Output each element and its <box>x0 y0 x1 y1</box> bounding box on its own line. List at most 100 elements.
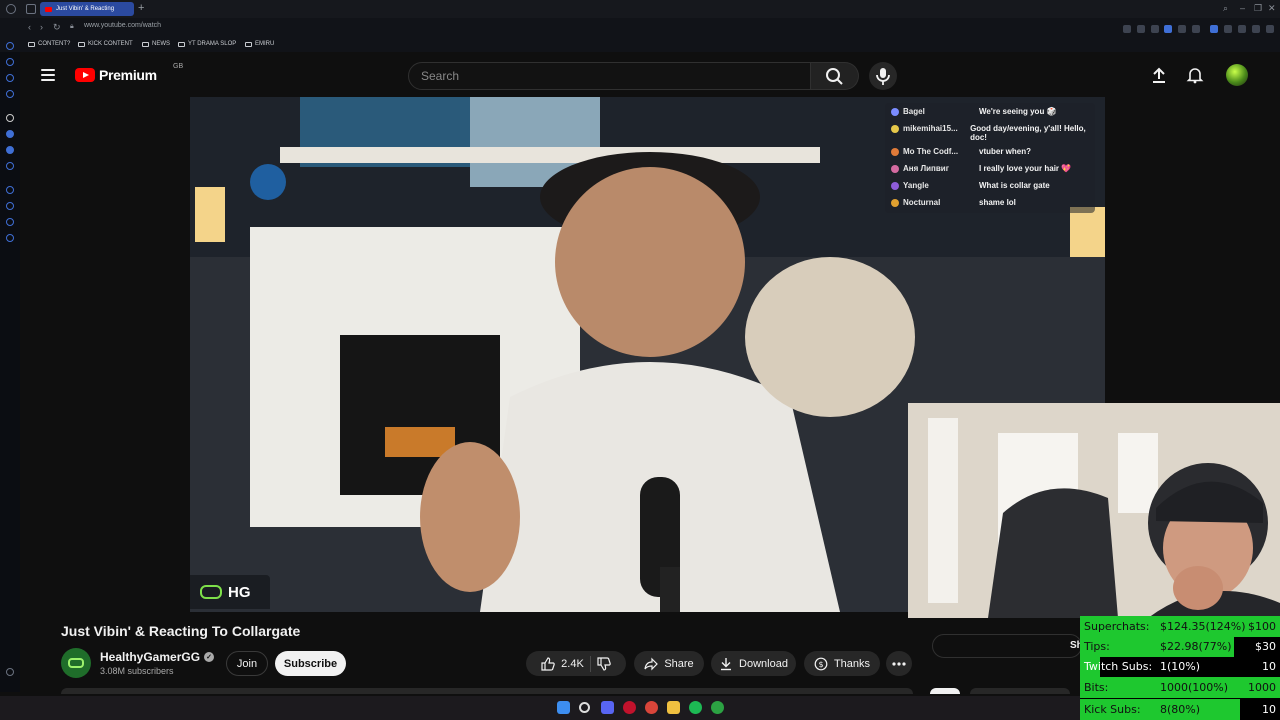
extension-icon[interactable] <box>1151 25 1159 33</box>
discord-icon[interactable] <box>601 701 614 714</box>
xbox-icon[interactable] <box>711 701 724 714</box>
bookmark-folder[interactable]: EMIRU <box>245 41 274 47</box>
chat-text: Good day/evening, y'all! Hello, doc! <box>970 124 1086 142</box>
search-icon[interactable] <box>579 702 590 713</box>
search-tabs-icon[interactable]: ⌕ <box>1223 3 1228 14</box>
goal-value: 8(80%) <box>1160 703 1201 716</box>
subscribe-button[interactable]: Subscribe <box>275 651 346 676</box>
chat-text: I really love your hair 💖 <box>979 164 1072 173</box>
opera-icon[interactable] <box>623 701 636 714</box>
menu-icon[interactable] <box>41 69 55 81</box>
extension-icon[interactable] <box>1137 25 1145 33</box>
forward-icon[interactable]: › <box>40 22 43 32</box>
panel-icon[interactable] <box>6 186 14 194</box>
url-field[interactable]: www.youtube.com/watch <box>84 22 161 29</box>
panel-icon[interactable] <box>6 58 14 66</box>
zoom-icon[interactable] <box>1123 25 1131 33</box>
account-avatar[interactable] <box>1226 64 1248 86</box>
app-icon[interactable] <box>645 701 658 714</box>
voice-search-button[interactable] <box>869 62 897 90</box>
goal-target: 10 <box>1262 660 1276 673</box>
settings-icon[interactable] <box>6 668 14 676</box>
folder-icon <box>78 41 85 47</box>
subscriber-count: 3.08M subscribers <box>100 666 174 676</box>
reload-icon[interactable]: ↻ <box>53 22 61 33</box>
thanks-icon: $ <box>814 657 828 670</box>
chip-channel[interactable] <box>970 688 1070 694</box>
browser-tab-active[interactable]: Just Vibin' & Reacting <box>40 2 134 16</box>
search-input[interactable]: Search <box>408 62 811 90</box>
svg-text:$: $ <box>818 660 823 669</box>
chat-message: Bagel We're seeing you 🎲 <box>891 107 1089 124</box>
panel-icon[interactable] <box>6 114 14 122</box>
bookmark-label: CONTENT? <box>38 41 71 47</box>
bookmark-folder[interactable]: CONTENT? <box>28 41 70 47</box>
extension-icon[interactable] <box>1164 25 1172 33</box>
search-placeholder: Search <box>421 69 460 83</box>
upload-icon[interactable] <box>1150 66 1168 84</box>
new-tab-button[interactable]: + <box>138 2 144 14</box>
panel-icon[interactable] <box>6 130 14 138</box>
dislike-icon[interactable] <box>597 656 611 671</box>
goal-label: Twitch Subs: <box>1084 660 1153 673</box>
join-button[interactable]: Join <box>226 651 268 676</box>
share-button[interactable]: Share <box>634 651 704 676</box>
panel-icon[interactable] <box>6 202 14 210</box>
chat-message: Аня Липвиг I really love your hair 💖 <box>891 164 1089 181</box>
address-bar: ‹ › ↻ 🔒︎ www.youtube.com/watch <box>0 18 1280 39</box>
panel-icon[interactable] <box>6 146 14 154</box>
youtube-logo[interactable]: Premium GB <box>75 63 183 83</box>
minimize-icon[interactable]: – <box>1240 3 1245 13</box>
panel-icon[interactable] <box>6 42 14 50</box>
file-explorer-icon[interactable] <box>667 701 680 714</box>
more-actions-button[interactable] <box>886 651 912 676</box>
goal-label: Bits: <box>1084 681 1109 694</box>
bookmark-icon[interactable] <box>1192 25 1200 33</box>
panel-icon[interactable] <box>6 74 14 82</box>
settings-icon[interactable] <box>1266 25 1274 33</box>
stream-chat-overlay: Bagel We're seeing you 🎲 mikemihai15... Go… <box>885 103 1095 213</box>
chat-username: Bagel <box>903 107 925 116</box>
like-icon[interactable] <box>541 656 555 671</box>
extension-icon[interactable] <box>1210 25 1218 33</box>
logo-text: Premium <box>99 67 157 83</box>
goal-value: $124.35(124%) <box>1160 620 1246 633</box>
back-icon[interactable]: ‹ <box>28 22 31 32</box>
chat-avatar <box>891 148 899 156</box>
panel-icon[interactable] <box>6 234 14 242</box>
browser-menu-icon[interactable] <box>6 4 16 14</box>
thanks-button[interactable]: $ Thanks <box>804 651 880 676</box>
bookmark-folder[interactable]: KICK CONTENT <box>78 41 133 47</box>
chat-message: Mo The Codf... vtuber when? <box>891 147 1089 164</box>
youtube-play-icon <box>75 68 95 82</box>
show-chat-button[interactable] <box>932 634 1082 658</box>
panel-icon[interactable] <box>6 90 14 98</box>
spotify-icon[interactable] <box>689 701 702 714</box>
bookmark-folder[interactable]: NEWS <box>142 41 170 47</box>
maximize-icon[interactable]: ❐ <box>1254 3 1262 14</box>
share-icon <box>644 657 659 670</box>
extension-icon[interactable] <box>1238 25 1246 33</box>
description-box[interactable] <box>61 688 913 694</box>
site-info-icon[interactable]: 🔒︎ <box>70 23 74 31</box>
channel-avatar[interactable] <box>61 648 91 678</box>
start-icon[interactable] <box>557 701 570 714</box>
download-button[interactable]: Download <box>711 651 796 676</box>
close-window-icon[interactable]: ✕ <box>1268 3 1276 14</box>
bookmark-folder[interactable]: YT DRAMA SLOP <box>178 41 236 47</box>
tab-overview-icon[interactable] <box>26 4 36 14</box>
panel-icon[interactable] <box>6 162 14 170</box>
chip-all[interactable] <box>930 688 960 694</box>
chat-username: Аня Липвиг <box>903 164 950 173</box>
goal-row: Kick Subs: 8(80%) 10 <box>1080 699 1280 720</box>
panel-icon[interactable] <box>6 218 14 226</box>
windows-taskbar <box>0 696 1080 720</box>
channel-name[interactable]: HealthyGamerGG ✓ <box>100 650 215 664</box>
like-count[interactable]: 2.4K <box>561 658 584 670</box>
extension-icon[interactable] <box>1224 25 1232 33</box>
extension-icon[interactable] <box>1178 25 1186 33</box>
search-button[interactable] <box>811 62 859 90</box>
download-icon[interactable] <box>1252 25 1260 33</box>
goal-label: Tips: <box>1084 640 1110 653</box>
bell-icon[interactable] <box>1186 66 1204 84</box>
